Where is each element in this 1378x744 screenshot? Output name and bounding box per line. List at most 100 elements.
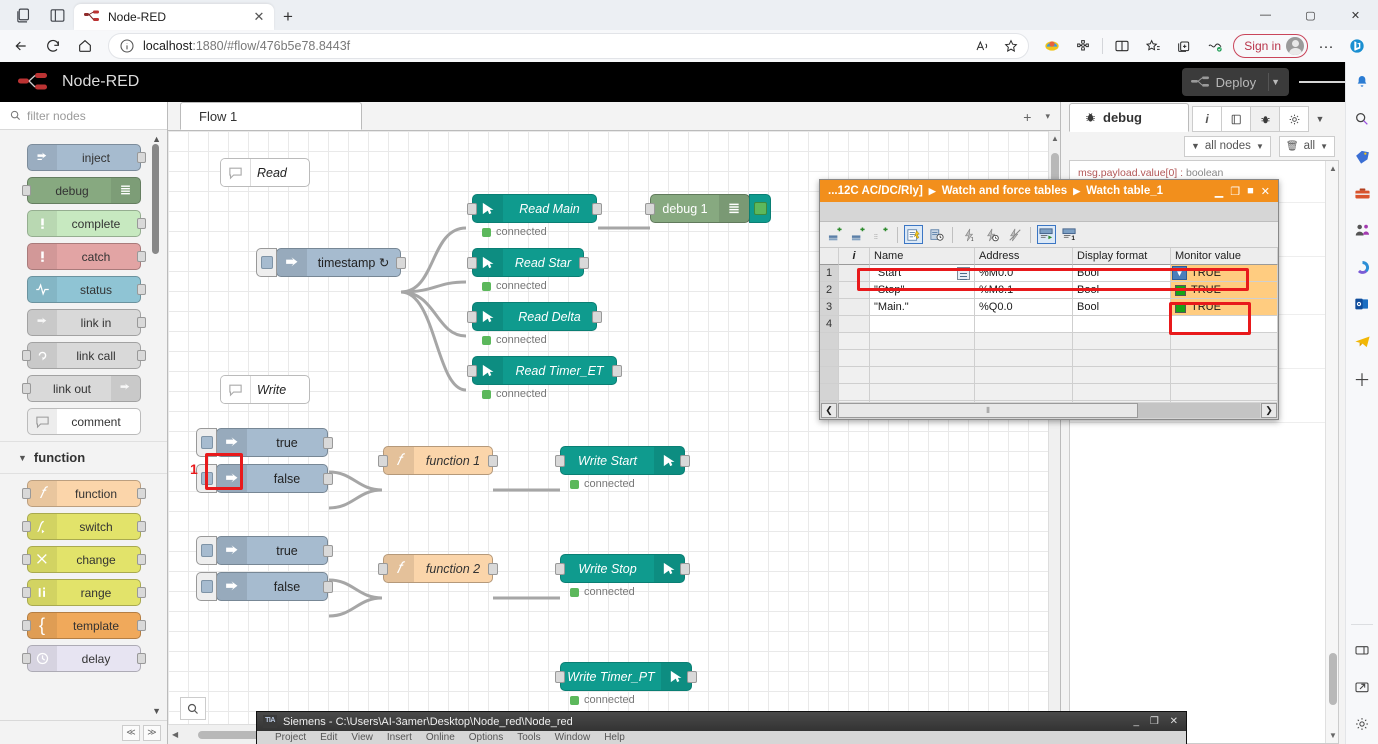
deploy-main[interactable]: Deploy <box>1182 75 1268 90</box>
bell-icon[interactable] <box>1350 70 1374 94</box>
chevron-down-icon[interactable]: ▼ <box>1309 106 1331 132</box>
flow-node-func2[interactable]: 𝑓function 2 <box>383 554 493 583</box>
node-input-port[interactable] <box>22 185 31 196</box>
node-input-port[interactable] <box>378 563 388 575</box>
read-aloud-icon[interactable] <box>972 35 994 57</box>
flow-node-write-tmr[interactable]: Write Timer_PT <box>560 662 692 691</box>
inject-trigger-button[interactable] <box>196 464 217 493</box>
siemens-menu-item[interactable]: Online <box>426 732 455 743</box>
force-trigger-icon[interactable] <box>982 225 1001 244</box>
node-input-port[interactable] <box>467 257 477 269</box>
node-input-port[interactable] <box>22 620 31 631</box>
node-input-port[interactable] <box>467 311 477 323</box>
node-output-port[interactable] <box>680 455 690 467</box>
cell-monitor-value[interactable]: TRUE <box>1171 282 1278 299</box>
add-flow-button[interactable]: + <box>1023 109 1031 125</box>
cell-display-format[interactable]: Bool <box>1073 282 1171 299</box>
palette-scroll-thumb[interactable] <box>152 144 159 254</box>
copilot-icon[interactable] <box>1350 255 1374 279</box>
inject-trigger-button[interactable] <box>196 572 217 601</box>
people-icon[interactable] <box>1350 218 1374 242</box>
palette-node-comment[interactable]: comment <box>27 408 141 435</box>
node-output-port[interactable] <box>137 152 146 163</box>
palette-node-debug[interactable]: debug <box>27 177 141 204</box>
palette-node-complete[interactable]: complete <box>27 210 141 237</box>
split-screen-icon[interactable] <box>1107 32 1137 60</box>
node-output-port[interactable] <box>137 218 146 229</box>
debug-enable-button[interactable] <box>749 194 771 223</box>
canvas-search-button[interactable] <box>180 697 206 720</box>
back-icon[interactable] <box>6 32 36 60</box>
search-icon[interactable] <box>1350 107 1374 131</box>
palette-node-switch[interactable]: switch <box>27 513 141 540</box>
table-row-empty[interactable] <box>820 333 1278 350</box>
name-symbol-icon[interactable] <box>957 267 970 280</box>
minimize-button[interactable]: ▁ <box>1215 185 1223 198</box>
node-input-port[interactable] <box>22 350 31 361</box>
palette-node-template[interactable]: {template <box>27 612 141 639</box>
cell-name[interactable]: "Start" <box>870 265 975 282</box>
more-options-icon[interactable]: ··· <box>1311 32 1341 60</box>
scroll-up-icon[interactable]: ▲ <box>152 134 161 144</box>
settings-gear-icon[interactable] <box>1350 712 1374 736</box>
palette-node-link-in[interactable]: link in <box>27 309 141 336</box>
node-input-port[interactable] <box>378 455 388 467</box>
cell-monitor-value[interactable] <box>1171 316 1278 333</box>
address-bar[interactable]: localhost:1880/#flow/476b5e78.8443f <box>108 33 1029 59</box>
open-external-icon[interactable] <box>1350 675 1374 699</box>
flow-node-cmt-write[interactable]: Write <box>220 375 310 404</box>
monitor-now-icon[interactable]: 1 <box>1060 225 1079 244</box>
cell-display-format[interactable]: Bool <box>1073 299 1171 316</box>
ie-mode-icon[interactable] <box>1037 32 1067 60</box>
palette-category-function[interactable]: ▼ function <box>0 441 167 474</box>
tia-watch-table-window[interactable]: ...12C AC/DC/Rly] ▶ Watch and force tabl… <box>819 179 1279 420</box>
flow-node-debug1[interactable]: debug 1 <box>650 194 750 223</box>
node-output-port[interactable] <box>592 311 602 323</box>
palette-node-inject[interactable]: inject <box>27 144 141 171</box>
table-row[interactable]: 2"Stop"%M0.1BoolTRUE <box>820 282 1278 299</box>
table-row[interactable]: 4 <box>820 316 1278 333</box>
gear-icon[interactable] <box>1279 106 1309 132</box>
palette-node-change[interactable]: change <box>27 546 141 573</box>
siemens-menu-bar[interactable]: ProjectEditViewInsertOnlineOptionsToolsW… <box>257 731 1186 744</box>
bug-icon[interactable] <box>1250 106 1280 132</box>
palette-node-status[interactable]: status <box>27 276 141 303</box>
monitor-all-icon[interactable] <box>904 225 923 244</box>
node-output-port[interactable] <box>323 437 333 449</box>
scroll-right-button[interactable]: ❯ <box>1261 403 1277 418</box>
collections-star-icon[interactable] <box>1138 32 1168 60</box>
flow-node-inj-true1[interactable]: true <box>216 428 328 457</box>
palette-filter-input[interactable]: filter nodes <box>0 102 167 130</box>
filter-nodes-dropdown[interactable]: ▼ all nodes ▼ <box>1184 136 1271 157</box>
cell-name[interactable]: "Stop" <box>870 282 975 299</box>
node-output-port[interactable] <box>137 251 146 262</box>
siemens-menu-item[interactable]: View <box>351 732 373 743</box>
cell-monitor-value[interactable]: TRUE <box>1171 299 1278 316</box>
tia-hscroll-thumb[interactable]: ⦀ <box>838 403 1138 418</box>
scroll-down-icon[interactable]: ▼ <box>152 706 161 716</box>
cell-name[interactable] <box>870 316 975 333</box>
tia-hscroll-track[interactable]: ⦀ <box>838 403 1260 418</box>
flow-node-read-timer[interactable]: Read Timer_ET <box>472 356 617 385</box>
palette-node-delay[interactable]: delay <box>27 645 141 672</box>
browser-essentials-icon[interactable] <box>1200 32 1230 60</box>
cell-name[interactable]: "Main." <box>870 299 975 316</box>
info-icon[interactable] <box>119 38 135 54</box>
table-row-empty[interactable] <box>820 384 1278 401</box>
siemens-menu-item[interactable]: Tools <box>517 732 540 743</box>
split-screen-icon[interactable] <box>1350 638 1374 662</box>
info-icon[interactable]: i <box>1192 106 1222 132</box>
tia-title-bar[interactable]: ...12C AC/DC/Rly] ▶ Watch and force tabl… <box>820 180 1278 202</box>
node-output-port[interactable] <box>137 488 146 499</box>
node-output-port[interactable] <box>323 545 333 557</box>
node-input-port[interactable] <box>22 383 31 394</box>
main-menu-button[interactable] <box>1299 62 1345 102</box>
maximize-button[interactable]: ▢ <box>1288 0 1333 30</box>
palette-node-range[interactable]: range <box>27 579 141 606</box>
unforce-icon[interactable] <box>1005 225 1024 244</box>
node-output-port[interactable] <box>680 563 690 575</box>
collections-icon[interactable] <box>1169 32 1199 60</box>
monitor-once-icon[interactable] <box>1037 225 1056 244</box>
outlook-icon[interactable] <box>1350 292 1374 316</box>
flow-node-write-start[interactable]: Write Start <box>560 446 685 475</box>
